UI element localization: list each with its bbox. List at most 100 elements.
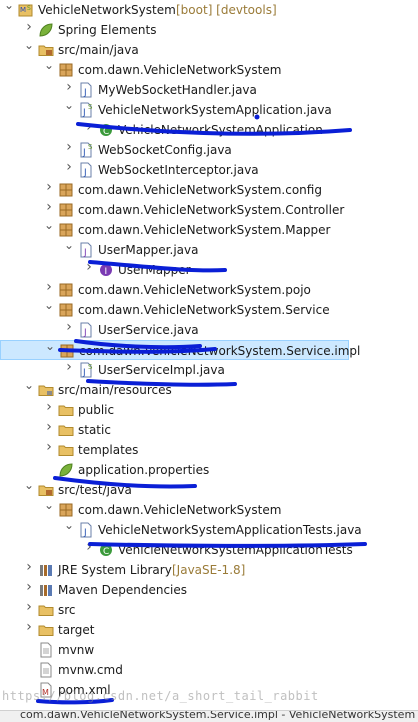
chevron-right-icon[interactable]: › <box>24 20 34 34</box>
tree-row[interactable]: ⌄ src/main/resources <box>0 379 418 400</box>
chevron-right-icon[interactable]: › <box>24 580 34 594</box>
folder-icon <box>58 442 74 458</box>
tree-item-label: target <box>58 623 95 637</box>
tree-row[interactable]: mvnw <box>0 640 418 660</box>
tree-row[interactable]: ⌄ J VehicleNetworkSystemApplicationTests.j… <box>0 519 418 540</box>
chevron-right-icon[interactable]: › <box>64 140 74 154</box>
java-file-icon: J <box>78 162 94 178</box>
chevron-down-icon[interactable]: ⌄ <box>64 519 74 531</box>
tree-row[interactable]: ⌄ J UserMapper.java <box>0 239 418 260</box>
chevron-down-icon[interactable]: ⌄ <box>44 299 54 311</box>
chevron-down-icon[interactable]: ⌄ <box>64 239 74 251</box>
tree-row[interactable]: › J MyWebSocketHandler.java <box>0 80 418 100</box>
chevron-right-icon[interactable]: › <box>64 320 74 334</box>
tree-item-label: application.properties <box>78 463 210 477</box>
svg-text:S: S <box>27 5 31 12</box>
chevron-right-icon[interactable]: › <box>64 160 74 174</box>
chevron-right-icon[interactable]: › <box>84 260 94 274</box>
tree-item-label: VehicleNetworkSystemApplication.java <box>98 103 332 117</box>
chevron-right-icon[interactable]: › <box>84 540 94 554</box>
interface-file-icon: J <box>78 242 94 258</box>
tree-item-label: src/main/resources <box>58 383 172 397</box>
tree-row[interactable]: › target <box>0 620 418 640</box>
svg-text:S: S <box>88 363 93 371</box>
chevron-down-icon[interactable]: ⌄ <box>44 219 54 231</box>
package-icon <box>58 62 74 78</box>
chevron-down-icon[interactable]: ⌄ <box>45 340 55 352</box>
chevron-right-icon[interactable]: › <box>64 80 74 94</box>
tree-item-label: src/main/java <box>58 43 139 57</box>
tree-row[interactable]: › J S UserServiceImpl.java <box>0 360 418 380</box>
chevron-right-icon[interactable]: › <box>44 200 54 214</box>
tree-item-label: UserService.java <box>98 323 199 337</box>
chevron-right-icon[interactable]: › <box>44 440 54 454</box>
tree-row[interactable]: › com.dawn.VehicleNetworkSystem.pojo <box>0 280 418 300</box>
tree-row[interactable]: › C VehicleNetworkSystemApplicationTests <box>0 540 418 560</box>
folder-icon <box>58 402 74 418</box>
tree-row[interactable]: › J S WebSocketConfig.java <box>0 140 418 160</box>
tree-row[interactable]: mvnw.cmd <box>0 660 418 680</box>
tree-row[interactable]: › com.dawn.VehicleNetworkSystem.config <box>0 180 418 200</box>
chevron-down-icon[interactable]: ⌄ <box>64 99 74 111</box>
tree-row[interactable]: ⌄ com.dawn.VehicleNetworkSystem.Service <box>0 299 418 320</box>
tree-row[interactable]: › Spring Elements <box>0 20 418 40</box>
tree-item-label: mvnw <box>58 643 95 657</box>
svg-text:C: C <box>103 127 109 137</box>
folder-icon <box>58 422 74 438</box>
tree-row[interactable]: › src <box>0 600 418 620</box>
maven-boot-project-icon: MS <box>18 2 34 18</box>
chevron-right-icon[interactable]: › <box>24 600 34 614</box>
chevron-down-icon[interactable]: ⌄ <box>4 0 14 11</box>
tree-row[interactable]: › JRE System Library [JavaSE-1.8] <box>0 560 418 580</box>
status-text: com.dawn.VehicleNetworkSystem.Service.im… <box>20 710 416 721</box>
tree-row[interactable]: ⌄ com.dawn.VehicleNetworkSystem.Mapper <box>0 219 418 240</box>
chevron-down-icon[interactable]: ⌄ <box>44 499 54 511</box>
chevron-down-icon[interactable]: ⌄ <box>24 39 34 51</box>
java-file-icon: J <box>78 522 94 538</box>
chevron-right-icon[interactable]: › <box>24 620 34 634</box>
chevron-down-icon[interactable]: ⌄ <box>44 59 54 71</box>
tree-row[interactable]: ⌄ M S VehicleNetworkSystem [boot] [devtools… <box>0 0 418 20</box>
tree-row[interactable]: ⌄ J S VehicleNetworkSystemApplication.java <box>0 99 418 120</box>
tree-item-label: WebSocketInterceptor.java <box>98 163 259 177</box>
tree-row[interactable]: ⌄ com.dawn.VehicleNetworkSystem <box>0 499 418 520</box>
tree-row[interactable]: › I UserMapper <box>0 260 418 280</box>
package-icon <box>58 222 74 238</box>
resource-folder-icon <box>38 382 54 398</box>
tree-row[interactable]: › templates <box>0 440 418 460</box>
tree-row[interactable]: › C VehicleNetworkSystemApplication <box>0 120 418 140</box>
tree-row[interactable]: ⌄ src/test/java <box>0 479 418 500</box>
package-icon <box>58 502 74 518</box>
tree-row[interactable]: ⌄ com.dawn.VehicleNetworkSystem.Service.i… <box>0 340 360 360</box>
chevron-right-icon[interactable]: › <box>44 400 54 414</box>
spring-properties-icon <box>58 462 74 478</box>
tree-row[interactable]: › J WebSocketInterceptor.java <box>0 160 418 180</box>
tree-row[interactable]: › com.dawn.VehicleNetworkSystem.Controlle… <box>0 200 418 220</box>
tree-item-label: com.dawn.VehicleNetworkSystem.pojo <box>78 283 311 297</box>
svg-text:J: J <box>82 368 86 378</box>
tree-row[interactable]: › J UserService.java <box>0 320 418 340</box>
tree-row[interactable]: ⌄ com.dawn.VehicleNetworkSystem <box>0 59 418 80</box>
chevron-right-icon[interactable]: › <box>44 180 54 194</box>
library-icon <box>38 562 54 578</box>
chevron-right-icon[interactable]: › <box>44 420 54 434</box>
tree-item-label: mvnw.cmd <box>58 663 123 677</box>
chevron-down-icon[interactable]: ⌄ <box>24 379 34 391</box>
tree-item-label: templates <box>78 443 139 457</box>
tree-item-label: com.dawn.VehicleNetworkSystem <box>78 503 282 517</box>
status-bar: com.dawn.VehicleNetworkSystem.Service.im… <box>0 710 418 722</box>
chevron-right-icon[interactable]: › <box>24 560 34 574</box>
chevron-right-icon[interactable]: › <box>64 360 74 374</box>
source-folder-icon <box>38 42 54 58</box>
chevron-down-icon[interactable]: ⌄ <box>24 479 34 491</box>
tree-row[interactable]: › public <box>0 400 418 420</box>
chevron-right-icon[interactable]: › <box>84 120 94 134</box>
chevron-right-icon[interactable]: › <box>44 280 54 294</box>
tree-item-decoration: [JavaSE-1.8] <box>172 563 246 577</box>
tree-row[interactable]: › static <box>0 420 418 440</box>
watermark: https://blog.csdn.net/a_short_tail_rabbi… <box>2 689 319 703</box>
tree-row[interactable]: › Maven Dependencies <box>0 580 418 600</box>
tree-item-label: VehicleNetworkSystemApplicationTests <box>118 543 353 557</box>
tree-row[interactable]: application.properties <box>0 460 418 480</box>
tree-row[interactable]: ⌄ src/main/java <box>0 39 418 60</box>
